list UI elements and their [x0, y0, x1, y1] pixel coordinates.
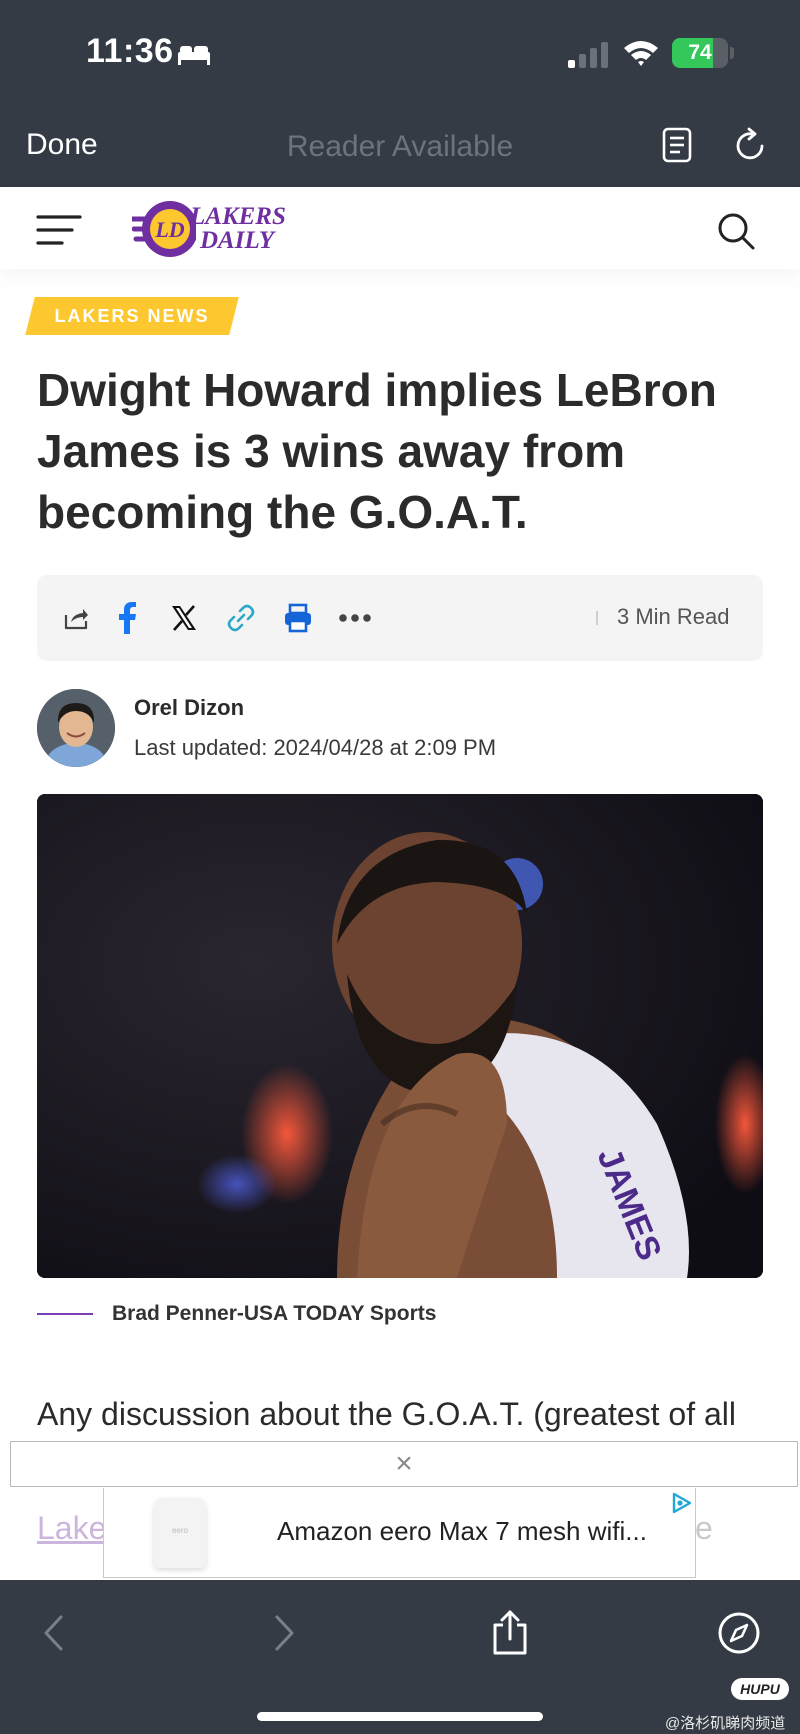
read-time: 3 Min Read	[617, 604, 730, 629]
watermark-text: @洛杉矶睇肉频道	[665, 1715, 786, 1732]
logo-text: LAKERS DAILY	[190, 203, 286, 254]
x-icon	[172, 605, 196, 631]
share-divider	[596, 611, 598, 625]
player-photo: JAMES	[37, 794, 763, 1278]
more-button[interactable]	[335, 598, 375, 638]
browser-toolbar	[0, 1580, 800, 1734]
caption-accent-line	[37, 1313, 93, 1315]
battery-level: 74	[688, 41, 712, 64]
compass-icon	[718, 1612, 760, 1654]
share-bar: 3 Min Read	[37, 575, 763, 661]
share-sheet-icon	[493, 1610, 527, 1655]
more-icon	[339, 614, 371, 622]
svg-text:HUPU: HUPU	[740, 1681, 781, 1697]
ad-close-button[interactable]: ×	[395, 1447, 413, 1481]
share-sheet-button[interactable]	[485, 1608, 535, 1658]
forward-button[interactable]	[260, 1608, 310, 1658]
ad-product-image: eero	[154, 1498, 206, 1568]
svg-text:LD: LD	[154, 217, 184, 242]
category-tag[interactable]: LAKERS NEWS	[30, 297, 234, 335]
article-body-link[interactable]: Lake	[37, 1510, 106, 1547]
image-caption: Brad Penner-USA TODAY Sports	[112, 1302, 437, 1325]
battery-icon: 74	[672, 38, 728, 68]
author-name[interactable]: Orel Dizon	[134, 695, 244, 721]
battery-nub	[730, 47, 734, 59]
link-icon	[227, 604, 255, 632]
author-avatar[interactable]	[37, 689, 115, 767]
last-updated: Last updated: 2024/04/28 at 2:09 PM	[134, 735, 497, 760]
article-hero-image: JAMES	[37, 794, 763, 1278]
hupu-watermark-logo: HUPU	[731, 1678, 789, 1700]
share-button[interactable]	[56, 598, 96, 638]
bed-icon	[178, 46, 210, 65]
logo-line-2: DAILY	[200, 227, 275, 254]
article-body-first-line: Any discussion about the G.O.A.T. (great…	[37, 1396, 737, 1432]
print-button[interactable]	[278, 598, 318, 638]
home-indicator	[257, 1712, 543, 1721]
screen: 11:36 74 Done Reader Available LD LAKERS…	[0, 0, 800, 1734]
search-icon[interactable]	[716, 211, 756, 251]
wifi-icon	[624, 41, 658, 66]
site-header: LD LAKERS DAILY	[0, 187, 800, 269]
author-photo	[37, 689, 115, 767]
print-icon	[285, 603, 311, 633]
ad-close-bar: ×	[10, 1441, 798, 1487]
article-body-fragment: e	[695, 1510, 713, 1546]
ad-banner[interactable]: eero Amazon eero Max 7 mesh wifi...	[103, 1488, 696, 1578]
back-button[interactable]	[28, 1608, 78, 1658]
ad-title[interactable]: Amazon eero Max 7 mesh wifi...	[277, 1516, 647, 1547]
open-in-browser-button[interactable]	[714, 1608, 764, 1658]
status-time: 11:36	[86, 32, 174, 70]
article-title: Dwight Howard implies LeBron James is 3 …	[37, 364, 717, 538]
reader-icon[interactable]	[660, 126, 694, 164]
share-icon	[64, 609, 88, 630]
ad-product-label: eero	[171, 1526, 188, 1535]
menu-icon[interactable]	[36, 213, 82, 247]
adchoices-icon[interactable]	[670, 1492, 694, 1514]
back-icon	[44, 1615, 63, 1651]
reload-icon[interactable]	[732, 126, 770, 164]
logo-line-1: LAKERS	[190, 203, 286, 230]
facebook-button[interactable]	[107, 598, 147, 638]
copy-link-button[interactable]	[221, 598, 261, 638]
basketball-logo-icon: LD	[132, 201, 196, 257]
signal-icon	[568, 42, 608, 68]
facebook-icon	[119, 602, 136, 634]
x-button[interactable]	[164, 598, 204, 638]
lakers-daily-logo[interactable]: LD LAKERS DAILY	[102, 195, 302, 263]
forward-icon	[275, 1615, 294, 1651]
browser-header: 11:36 74 Done Reader Available	[0, 0, 800, 187]
